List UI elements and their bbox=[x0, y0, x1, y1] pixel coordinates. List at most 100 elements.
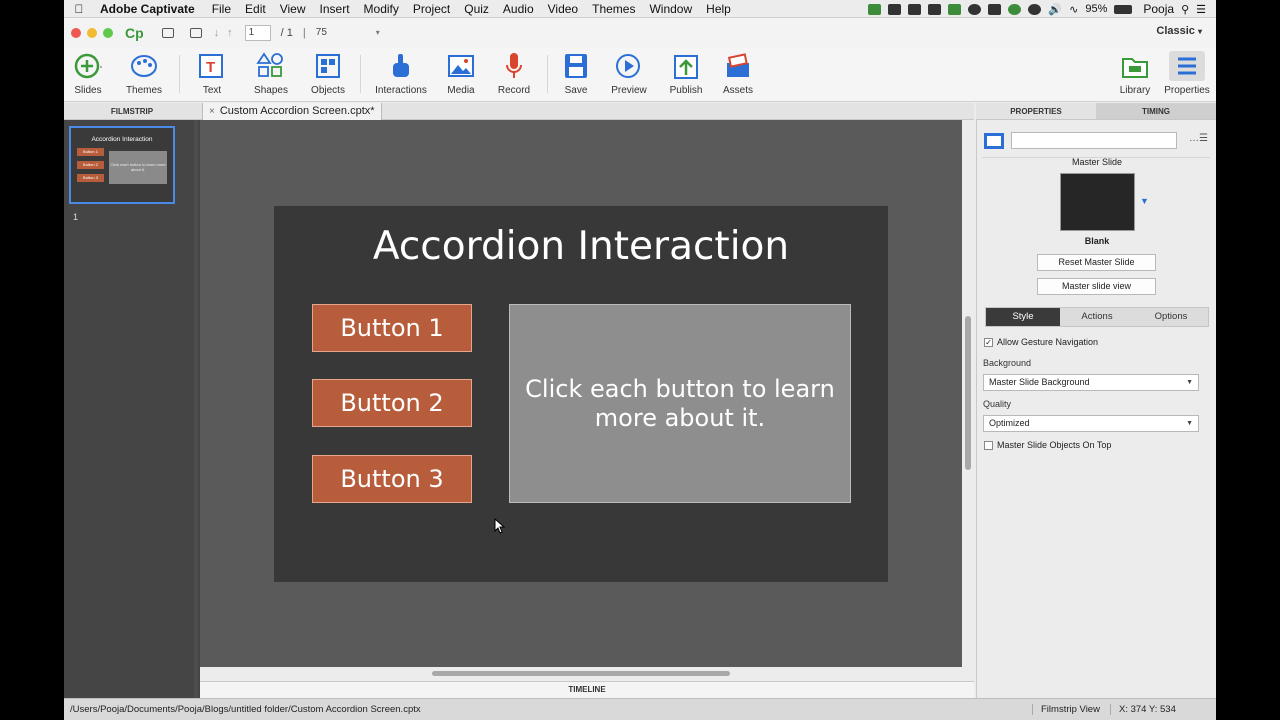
subtab-options[interactable]: Options bbox=[1134, 308, 1208, 326]
object-name-input[interactable] bbox=[1011, 132, 1177, 149]
allow-gesture-row[interactable]: ✓ Allow Gesture Navigation bbox=[984, 337, 1098, 347]
view-mode[interactable]: Filmstrip View bbox=[1032, 704, 1100, 715]
thumbnail-title: Accordion Interaction bbox=[91, 136, 153, 143]
dropbox-icon[interactable] bbox=[908, 3, 922, 15]
slide-button-2[interactable]: Button 2 bbox=[312, 379, 472, 427]
menu-video[interactable]: Video bbox=[541, 2, 585, 16]
main-toolbar: Slides Themes T Text Shapes Objects Inte… bbox=[64, 47, 1216, 102]
battery-icon[interactable] bbox=[1114, 4, 1133, 14]
properties-button[interactable]: Properties bbox=[1155, 51, 1216, 96]
shapes-button[interactable]: Shapes bbox=[239, 51, 303, 96]
library-label: Library bbox=[1119, 85, 1151, 96]
filmstrip-header[interactable]: FILMSTRIP bbox=[64, 103, 200, 120]
save-label: Save bbox=[564, 85, 588, 96]
list-options-icon[interactable]: …☰ bbox=[1189, 133, 1208, 144]
assets-label: Assets bbox=[722, 85, 753, 96]
slide-object-icon bbox=[984, 133, 1004, 149]
mouse-cursor-icon bbox=[494, 518, 506, 534]
master-objects-top-checkbox[interactable] bbox=[984, 440, 993, 450]
subtab-actions[interactable]: Actions bbox=[1060, 308, 1134, 326]
scrollbar-thumb[interactable] bbox=[965, 316, 971, 470]
reset-master-slide-button[interactable]: Reset Master Slide bbox=[1037, 254, 1156, 271]
menu-file[interactable]: File bbox=[205, 2, 238, 16]
clock-icon[interactable] bbox=[1028, 3, 1042, 15]
info-text-box[interactable]: Click each button to learn more about it… bbox=[509, 304, 851, 503]
thumbnail-button: Button 1 bbox=[77, 148, 104, 156]
menu-project[interactable]: Project bbox=[406, 2, 457, 16]
workspace-label: Classic bbox=[1156, 25, 1195, 37]
slide[interactable]: Accordion Interaction Button 1 Button 2 … bbox=[274, 206, 888, 582]
menu-window[interactable]: Window bbox=[642, 2, 699, 16]
wifi-icon[interactable]: ∿ bbox=[1069, 3, 1078, 16]
timeline-header[interactable]: TIMELINE bbox=[200, 681, 974, 698]
close-window-button[interactable] bbox=[71, 27, 81, 38]
drive-icon[interactable] bbox=[888, 3, 902, 15]
record-label: Record bbox=[497, 85, 531, 96]
master-slide-thumbnail[interactable] bbox=[1060, 173, 1135, 231]
master-objects-top-label: Master Slide Objects On Top bbox=[997, 440, 1112, 450]
slide-button-1[interactable]: Button 1 bbox=[312, 304, 472, 352]
objects-button[interactable]: Objects bbox=[296, 51, 360, 96]
menu-app-name[interactable]: Adobe Captivate bbox=[94, 2, 205, 16]
interactions-button[interactable]: Interactions bbox=[369, 51, 433, 96]
zoom-select[interactable]: 75 bbox=[316, 27, 376, 38]
home-icon[interactable] bbox=[988, 3, 1002, 15]
timer-icon[interactable] bbox=[1008, 3, 1022, 15]
stage-horizontal-scrollbar[interactable] bbox=[200, 667, 974, 679]
text-button[interactable]: T Text bbox=[180, 51, 244, 96]
menu-insert[interactable]: Insert bbox=[313, 2, 357, 16]
scrollbar-thumb[interactable] bbox=[432, 671, 730, 676]
menu-modify[interactable]: Modify bbox=[357, 2, 406, 16]
quality-select[interactable]: Optimized ▼ bbox=[983, 415, 1199, 432]
subtab-style[interactable]: Style bbox=[986, 308, 1060, 326]
assets-button[interactable]: Assets bbox=[706, 51, 770, 96]
notification-center-icon[interactable]: ☰ bbox=[1196, 3, 1206, 16]
stage-canvas[interactable]: Accordion Interaction Button 1 Button 2 … bbox=[200, 120, 962, 667]
comment-icon[interactable] bbox=[189, 27, 202, 38]
slide-thumbnail[interactable]: Accordion Interaction Button 1 Button 2 … bbox=[69, 126, 175, 204]
apple-icon[interactable]:  bbox=[64, 2, 94, 16]
master-slide-view-button[interactable]: Master slide view bbox=[1037, 278, 1156, 295]
menu-help[interactable]: Help bbox=[699, 2, 738, 16]
filmstrip-scrollbar[interactable] bbox=[194, 120, 198, 698]
arrow-down-icon[interactable]: ↓ bbox=[214, 27, 220, 39]
tab-properties[interactable]: PROPERTIES bbox=[976, 103, 1096, 120]
tab-timing[interactable]: TIMING bbox=[1096, 103, 1216, 120]
volume-icon[interactable]: 🔊 bbox=[1048, 3, 1062, 16]
record-button[interactable]: Record bbox=[482, 51, 546, 96]
close-icon[interactable]: × bbox=[209, 103, 215, 120]
preview-window-icon[interactable] bbox=[161, 27, 174, 38]
allow-gesture-checkbox[interactable]: ✓ bbox=[984, 337, 993, 347]
chevron-down-icon[interactable]: ▾ bbox=[376, 28, 380, 37]
arrow-up-icon[interactable]: ↑ bbox=[227, 27, 233, 39]
themes-button[interactable]: Themes bbox=[112, 51, 176, 96]
slide-number-input[interactable]: 1 bbox=[244, 24, 271, 41]
caret-down-icon[interactable]: ▼ bbox=[1140, 196, 1149, 206]
spotlight-search-icon[interactable]: ⚲ bbox=[1181, 3, 1189, 16]
menu-view[interactable]: View bbox=[273, 2, 313, 16]
filmstrip-panel: Accordion Interaction Button 1 Button 2 … bbox=[64, 120, 200, 698]
slide-button-3[interactable]: Button 3 bbox=[312, 455, 472, 503]
menu-edit[interactable]: Edit bbox=[238, 2, 273, 16]
evernote-icon[interactable] bbox=[948, 3, 962, 15]
workspace-switcher[interactable]: Classic ▾ bbox=[1156, 25, 1202, 37]
master-objects-top-row[interactable]: Master Slide Objects On Top bbox=[984, 440, 1111, 450]
preview-button[interactable]: Preview bbox=[597, 51, 661, 96]
document-tab[interactable]: × Custom Accordion Screen.cptx* bbox=[202, 103, 382, 120]
app-status-icon[interactable] bbox=[868, 3, 882, 15]
menu-quiz[interactable]: Quiz bbox=[457, 2, 496, 16]
interactions-label: Interactions bbox=[375, 85, 427, 96]
background-value: Master Slide Background bbox=[989, 377, 1090, 387]
background-select[interactable]: Master Slide Background ▼ bbox=[983, 374, 1199, 391]
sync-icon[interactable] bbox=[968, 3, 982, 15]
slide-title[interactable]: Accordion Interaction bbox=[274, 224, 888, 269]
user-name[interactable]: Pooja bbox=[1139, 2, 1174, 16]
allow-gesture-label: Allow Gesture Navigation bbox=[997, 337, 1099, 347]
media-label: Media bbox=[447, 85, 475, 96]
shield-icon[interactable] bbox=[928, 3, 942, 15]
stage-vertical-scrollbar[interactable] bbox=[962, 120, 974, 667]
minimize-window-button[interactable] bbox=[87, 27, 97, 38]
menu-themes[interactable]: Themes bbox=[585, 2, 642, 16]
zoom-window-button[interactable] bbox=[103, 27, 113, 38]
menu-audio[interactable]: Audio bbox=[496, 2, 541, 16]
